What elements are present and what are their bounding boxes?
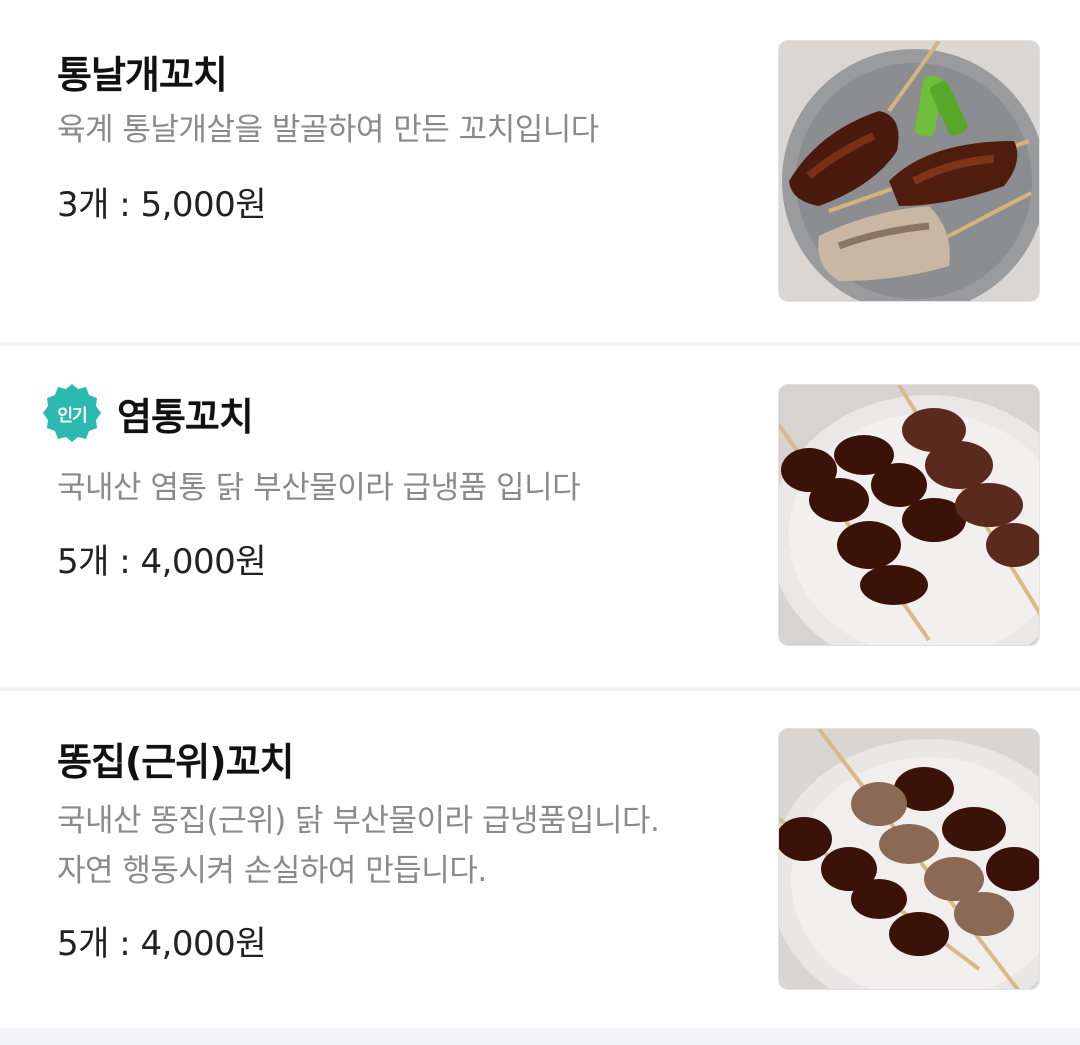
chicken-wing-skewer-photo[interactable] bbox=[778, 40, 1040, 302]
menu-item-price: 5개 : 4,000원 bbox=[57, 924, 267, 964]
menu-list: 통날개꼬치 육계 통날개살을 발골하여 만든 꼬치입니다 3개 : 5,000원 bbox=[0, 0, 1080, 1045]
menu-item[interactable]: 인기 염통꼬치 국내산 염통 닭 부산물이라 급냉품 입니다 5개 : 4,00… bbox=[0, 346, 1080, 687]
menu-item-description: 국내산 염통 닭 부산물이라 급냉품 입니다 bbox=[57, 470, 581, 506]
menu-item-name: 똥집(근위)꼬치 bbox=[57, 740, 294, 784]
chicken-gizzard-skewer-photo[interactable] bbox=[778, 728, 1040, 990]
menu-item-name: 염통꼬치 bbox=[117, 394, 254, 439]
chicken-heart-skewer-photo[interactable] bbox=[778, 384, 1040, 646]
menu-item-description: 육계 통날개살을 발골하여 만든 꼬치입니다 bbox=[57, 112, 599, 148]
menu-item[interactable]: 통날개꼬치 육계 통날개살을 발골하여 만든 꼬치입니다 3개 : 5,000원 bbox=[0, 0, 1080, 342]
popular-badge-label: 인기 bbox=[57, 405, 87, 426]
popular-badge: 인기 bbox=[41, 382, 103, 444]
menu-item-description-line-2: 자연 행동시켜 손실하여 만듭니다. bbox=[57, 853, 487, 889]
menu-item-description-line-1: 국내산 똥집(근위) 닭 부산물이라 급냉품입니다. bbox=[57, 803, 660, 839]
menu-item-title-row: 통날개꼬치 bbox=[57, 44, 228, 99]
menu-item[interactable]: 똥집(근위)꼬치 국내산 똥집(근위) 닭 부산물이라 급냉품입니다. 자연 행… bbox=[0, 691, 1080, 1028]
menu-item-title-row: 인기 염통꼬치 bbox=[43, 382, 254, 444]
menu-item-price: 3개 : 5,000원 bbox=[57, 185, 267, 225]
menu-item-title-row: 똥집(근위)꼬치 bbox=[57, 731, 294, 786]
menu-item-price: 5개 : 4,000원 bbox=[57, 542, 267, 582]
menu-item-name: 통날개꼬치 bbox=[57, 53, 228, 97]
